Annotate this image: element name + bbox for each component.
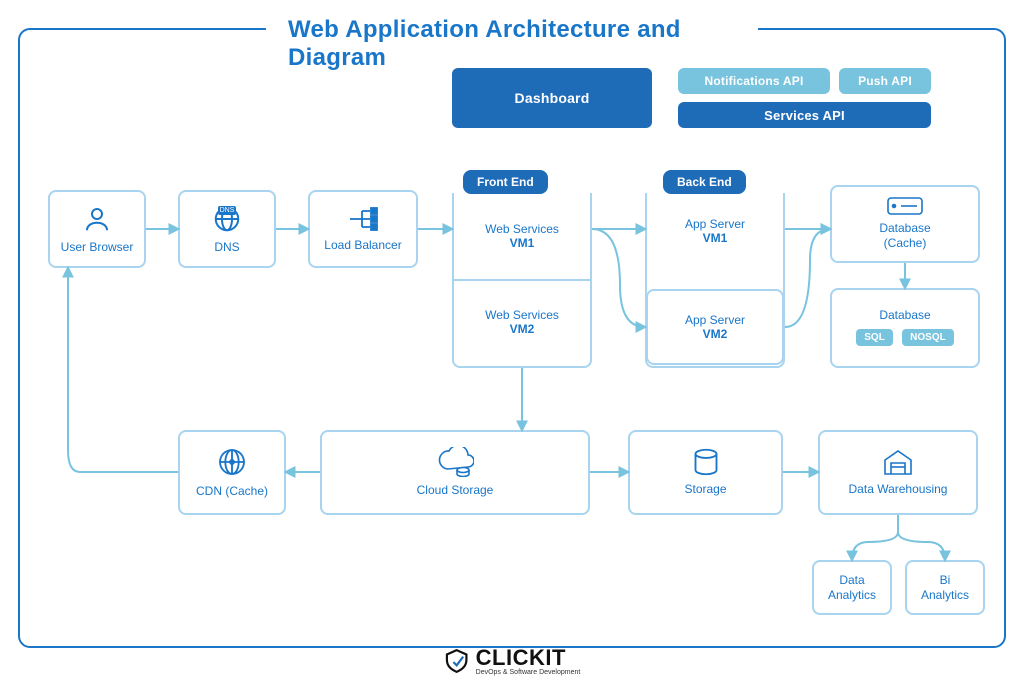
- cell-text: Web Services: [485, 222, 559, 236]
- back-end-cell-2: App Server VM2: [646, 289, 784, 365]
- db-tags: SQL NOSQL: [853, 327, 956, 348]
- cell-bold: VM2: [510, 322, 535, 336]
- cell-bold: VM2: [703, 327, 728, 341]
- cdn-node: CDN (Cache): [178, 430, 286, 515]
- dns-node: DNS DNS: [178, 190, 276, 268]
- node-label: Cloud Storage: [417, 483, 494, 498]
- brand-logo: CLICKIT DevOps & Software Development: [444, 645, 581, 676]
- diagram-frame: Web Application Architecture and Diagram…: [18, 28, 1006, 648]
- sql-tag: SQL: [856, 329, 893, 346]
- push-pill: Push API: [839, 68, 931, 94]
- diagram-title: Web Application Architecture and Diagram: [266, 16, 758, 72]
- warehouse-icon: [882, 448, 914, 476]
- node-label: Database: [879, 308, 930, 323]
- cloud-storage-node: Cloud Storage: [320, 430, 590, 515]
- brand-name: CLICKIT: [476, 645, 566, 670]
- cylinder-icon: [692, 448, 720, 476]
- cloud-icon: [436, 447, 474, 477]
- back-end-header: Back End: [663, 170, 746, 194]
- warehousing-node: Data Warehousing: [818, 430, 978, 515]
- back-end-group: App Server VM1 App Server VM2: [645, 193, 785, 368]
- brand-tag: DevOps & Software Development: [476, 669, 581, 676]
- cell-text: Web Services: [485, 308, 559, 322]
- node-label: User Browser: [61, 240, 134, 255]
- front-end-group: Web Services VM1 Web Services VM2: [452, 193, 592, 368]
- shield-icon: [444, 648, 470, 674]
- node-label: Load Balancer: [324, 238, 401, 253]
- services-pill: Services API: [678, 102, 931, 128]
- cell-bold: VM1: [510, 236, 535, 250]
- back-end-cell-1: App Server VM1: [647, 193, 783, 269]
- node-label: Data Warehousing: [849, 482, 948, 497]
- cell-text: App Server: [685, 217, 745, 231]
- node-label: Bi Analytics: [921, 573, 969, 603]
- node-label: Data Analytics: [828, 573, 876, 603]
- dns-badge: DNS: [218, 206, 237, 215]
- front-end-cell-2: Web Services VM2: [454, 279, 590, 365]
- storage-node: Storage: [628, 430, 783, 515]
- dashboard-pill: Dashboard: [452, 68, 652, 128]
- cell-bold: VM1: [703, 231, 728, 245]
- load-balancer-icon: [346, 206, 380, 232]
- notifications-pill: Notifications API: [678, 68, 830, 94]
- cell-text: App Server: [685, 313, 745, 327]
- node-label: Database (Cache): [879, 221, 930, 251]
- globe-net-icon: [216, 446, 248, 478]
- user-browser-node: User Browser: [48, 190, 146, 268]
- front-end-header: Front End: [463, 170, 548, 194]
- data-analytics-node: Data Analytics: [812, 560, 892, 615]
- node-label: DNS: [214, 240, 239, 255]
- db-cache-node: Database (Cache): [830, 185, 980, 263]
- bi-analytics-node: Bi Analytics: [905, 560, 985, 615]
- db-main-node: Database SQL NOSQL: [830, 288, 980, 368]
- server-icon: [887, 197, 923, 215]
- load-balancer-node: Load Balancer: [308, 190, 418, 268]
- node-label: CDN (Cache): [196, 484, 268, 499]
- front-end-cell-1: Web Services VM1: [454, 193, 590, 279]
- nosql-tag: NOSQL: [902, 329, 954, 346]
- user-icon: [82, 204, 112, 234]
- node-label: Storage: [684, 482, 726, 497]
